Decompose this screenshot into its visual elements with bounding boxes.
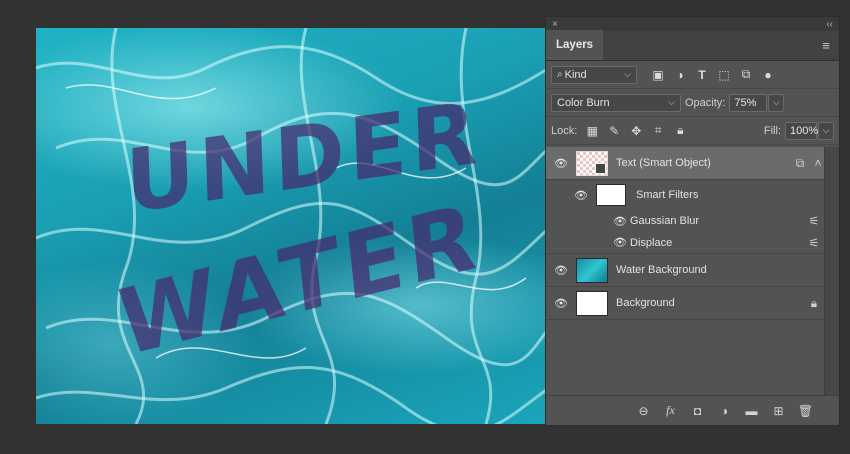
link-layers-icon[interactable]: ⊖ <box>630 404 657 418</box>
panel-menu-icon[interactable]: ≡ <box>813 30 839 60</box>
new-group-folder-icon[interactable]: ▬ <box>738 404 765 418</box>
panel-tab-row: Layers ≡ <box>546 30 839 61</box>
opacity-input[interactable]: 75% <box>729 93 768 112</box>
filter-kind-label: Kind <box>564 68 587 81</box>
filter-blending-options-icon[interactable]: ⚟ <box>803 236 825 250</box>
visibility-eye-icon[interactable]: 👁︎ <box>546 157 576 170</box>
lock-artboard-icon[interactable]: ⌗ <box>647 123 669 138</box>
shape-filter-icon[interactable]: ⬚ <box>713 68 735 82</box>
visibility-eye-icon[interactable]: 👁︎ <box>546 264 576 277</box>
adjustment-layer-icon[interactable]: ◑ <box>711 404 738 418</box>
filter-gaussian-blur[interactable]: 👁︎ Gaussian Blur ⚟ <box>546 210 825 232</box>
filter-row: ⌕ Kind ⌵ ▣ ◑ T ⬚ ⧉ ● <box>546 61 839 89</box>
visibility-eye-icon[interactable]: 👁︎ <box>546 215 630 228</box>
visibility-eye-icon[interactable]: 👁︎ <box>546 297 576 310</box>
search-icon: ⌕ <box>557 69 563 80</box>
lock-position-icon[interactable]: ✥ <box>625 124 647 138</box>
smart-object-icon: ⧉ <box>795 155 805 170</box>
lock-icon: 🔒︎ <box>810 295 818 310</box>
layer-name: Smart Filters <box>636 189 699 201</box>
collapse-panel-icon[interactable]: ‹‹ <box>826 19 833 30</box>
chevron-up-icon[interactable]: ˄ <box>811 156 825 170</box>
layers-panel: × ‹‹ Layers ≡ ⌕ Kind ⌵ ▣ ◑ T ⬚ ⧉ ● Color… <box>545 16 840 426</box>
blend-row: Color Burn ⌵ Opacity: 75% ⌵ <box>546 89 839 117</box>
lock-image-pixels-icon[interactable]: ✎ <box>603 124 625 138</box>
layer-name: Background <box>616 297 675 309</box>
smart-object-filter-icon[interactable]: ⧉ <box>735 67 757 82</box>
layer-name: Water Background <box>616 264 707 276</box>
blend-mode-select[interactable]: Color Burn ⌵ <box>551 93 681 112</box>
chevron-down-icon: ⌵ <box>624 69 631 79</box>
filter-displace[interactable]: 👁︎ Displace ⚟ <box>546 232 825 254</box>
smart-filter-mask-thumbnail <box>596 184 626 206</box>
layers-list: 👁︎ Text (Smart Object) ⧉ ˄ 👁︎ Smart Filt… <box>546 147 825 320</box>
fill-dropdown-icon[interactable]: ⌵ <box>818 121 834 140</box>
layer-water-background[interactable]: 👁︎ Water Background <box>546 254 825 287</box>
layer-thumbnail <box>576 150 608 176</box>
filter-name: Displace <box>630 236 673 249</box>
add-mask-icon[interactable]: ◘ <box>684 404 711 418</box>
fill-label: Fill: <box>763 124 781 137</box>
new-layer-icon[interactable]: ⊞ <box>765 404 792 418</box>
fx-icon[interactable]: fx <box>657 403 684 418</box>
filter-blending-options-icon[interactable]: ⚟ <box>803 214 825 228</box>
lock-row: Lock: ▦ ✎ ✥ ⌗ 🔒︎ Fill: 100% ⌵ <box>546 117 839 145</box>
filter-toggle-icon[interactable]: ● <box>757 68 779 82</box>
image-filter-icon[interactable]: ▣ <box>647 68 669 82</box>
lock-all-icon[interactable]: 🔒︎ <box>669 123 691 138</box>
smart-filters-row[interactable]: 👁︎ Smart Filters <box>546 180 825 210</box>
tab-layers[interactable]: Layers <box>546 30 604 60</box>
adjustment-filter-icon[interactable]: ◑ <box>669 68 691 82</box>
type-filter-icon[interactable]: T <box>691 68 713 82</box>
filter-name: Gaussian Blur <box>630 215 700 227</box>
opacity-dropdown-icon[interactable]: ⌵ <box>768 93 785 112</box>
trash-icon[interactable]: 🗑︎ <box>792 404 819 418</box>
layer-name: Text (Smart Object) <box>616 157 711 169</box>
layer-thumbnail <box>576 257 608 283</box>
chevron-down-icon: ⌵ <box>668 97 675 107</box>
panel-titlebar: × ‹‹ <box>546 17 839 31</box>
layer-thumbnail <box>576 290 608 316</box>
layers-scrollbar[interactable] <box>824 147 839 395</box>
panel-footer: ⊖ fx ◘ ◑ ▬ ⊞ 🗑︎ <box>546 395 839 425</box>
lock-transparent-pixels-icon[interactable]: ▦ <box>581 124 603 138</box>
close-panel-icon[interactable]: × <box>552 19 558 30</box>
blend-mode-value: Color Burn <box>557 96 610 109</box>
visibility-eye-icon[interactable]: 👁︎ <box>546 189 596 202</box>
layer-background[interactable]: 👁︎ Background 🔒︎ <box>546 287 825 320</box>
lock-label: Lock: <box>551 124 578 137</box>
filter-kind-select[interactable]: ⌕ Kind ⌵ <box>551 65 637 84</box>
opacity-label: Opacity: <box>685 96 726 109</box>
fill-input[interactable]: 100% <box>785 121 818 140</box>
visibility-eye-icon[interactable]: 👁︎ <box>546 236 630 249</box>
document-canvas[interactable]: UNDER WATER <box>36 28 549 424</box>
layer-text-smart-object[interactable]: 👁︎ Text (Smart Object) ⧉ ˄ <box>546 147 825 180</box>
